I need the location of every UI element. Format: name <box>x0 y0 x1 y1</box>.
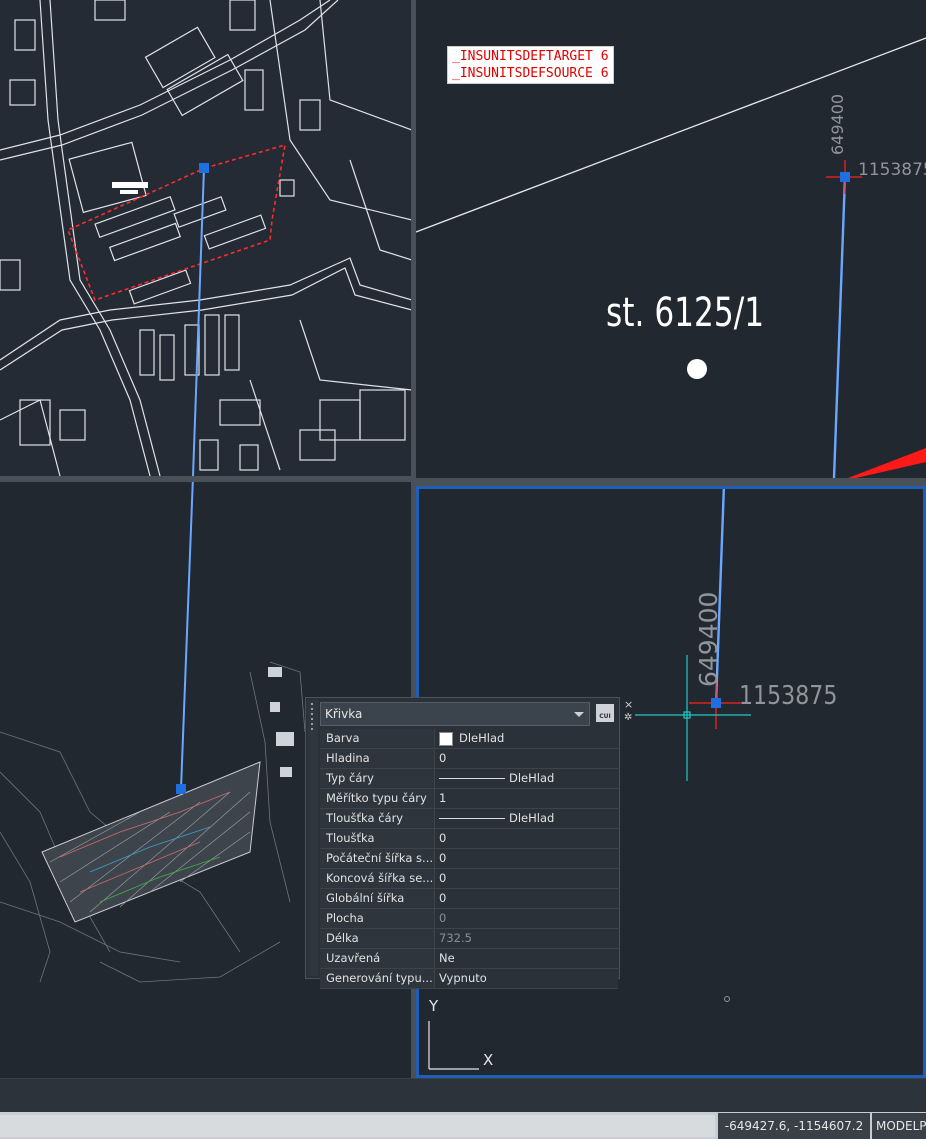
property-value-text: 0 <box>439 751 447 765</box>
property-value-text: 0 <box>439 891 447 905</box>
properties-table: Barva DleHlad Hladina 0 Typ čáry DleHlad Měřít… <box>320 729 618 989</box>
property-value[interactable]: 0 <box>435 849 618 868</box>
dimension-horizontal-bottom: 1153875 <box>739 681 838 711</box>
property-value[interactable]: DleHlad <box>435 809 618 828</box>
property-row[interactable]: Generování typu... Vypnuto <box>320 969 618 989</box>
ucs-y-label: Y <box>429 997 439 1015</box>
command-line[interactable] <box>0 1078 926 1113</box>
property-value-text: Vypnuto <box>439 971 487 985</box>
property-value[interactable]: 0 <box>435 829 618 848</box>
property-row[interactable]: Barva DleHlad <box>320 729 618 749</box>
property-value-text: DleHlad <box>509 811 555 825</box>
property-row[interactable]: Délka 732.5 <box>320 929 618 949</box>
linetype-preview <box>439 818 505 819</box>
property-value-text: 0 <box>439 911 447 925</box>
object-type-value: Křivka <box>325 707 363 721</box>
coordinate-readout: -649427.6, -1154607.2 <box>718 1113 870 1139</box>
property-name: Generování typu... <box>320 969 435 988</box>
property-row[interactable]: Plocha 0 <box>320 909 618 929</box>
property-value[interactable]: 0 <box>435 889 618 908</box>
model-space-toggle[interactable]: MODELP <box>872 1113 926 1139</box>
property-row[interactable]: Globální šířka 0 <box>320 889 618 909</box>
property-name: Hladina <box>320 749 435 768</box>
property-value-text: DleHlad <box>509 771 555 785</box>
property-value-text: 1 <box>439 791 447 805</box>
color-swatch <box>439 731 453 746</box>
property-name: Měřítko typu čáry <box>320 789 435 808</box>
property-name: Plocha <box>320 909 435 928</box>
property-name: Tloušťka čáry <box>320 809 435 828</box>
status-bar-left <box>0 1115 715 1137</box>
property-name: Globální šířka <box>320 889 435 908</box>
property-value-text: 732.5 <box>439 931 472 945</box>
property-row[interactable]: Počáteční šířka s... 0 <box>320 849 618 869</box>
property-name: Uzavřená <box>320 949 435 968</box>
chevron-down-icon <box>574 712 584 717</box>
ucs-x-label: X <box>483 1051 494 1069</box>
cui-button[interactable]: CUI <box>596 704 614 722</box>
property-row[interactable]: Měřítko typu čáry 1 <box>320 789 618 809</box>
property-name: Typ čáry <box>320 769 435 788</box>
property-value: 732.5 <box>435 929 618 948</box>
property-value[interactable]: DleHlad <box>435 729 618 748</box>
parcel-label: st. 6125/1 <box>606 290 765 336</box>
property-row[interactable]: Tloušťka 0 <box>320 829 618 849</box>
property-value-text: 0 <box>439 831 447 845</box>
property-row[interactable]: Tloušťka čáry DleHlad <box>320 809 618 829</box>
property-name: Počáteční šířka s... <box>320 849 435 868</box>
property-value-text: 0 <box>439 871 447 885</box>
property-value-text: Ne <box>439 951 455 965</box>
property-value[interactable]: 1 <box>435 789 618 808</box>
property-value-text: 0 <box>439 851 447 865</box>
property-row[interactable]: Typ čáry DleHlad <box>320 769 618 789</box>
property-name: Délka <box>320 929 435 948</box>
property-row[interactable]: Uzavřená Ne <box>320 949 618 969</box>
property-value[interactable]: 0 <box>435 869 618 888</box>
linetype-preview <box>439 778 505 779</box>
property-name: Barva <box>320 729 435 748</box>
viewport-divider-left[interactable] <box>0 476 412 482</box>
viewport-divider-right[interactable] <box>416 478 926 486</box>
property-row[interactable]: Koncová šířka se... 0 <box>320 869 618 889</box>
property-name: Tloušťka <box>320 829 435 848</box>
property-value[interactable]: DleHlad <box>435 769 618 788</box>
gear-icon[interactable]: ✲ <box>624 712 632 723</box>
property-name: Koncová šířka se... <box>320 869 435 888</box>
property-value[interactable]: Vypnuto <box>435 969 618 988</box>
command-output-note: _INSUNITSDEFTARGET 6 _INSUNITSDEFSOURCE … <box>447 46 614 84</box>
close-icon[interactable]: × <box>624 698 633 711</box>
properties-palette[interactable]: Křivka CUI × ✲ Barva DleHlad Hladina 0 Typ č… <box>305 697 633 989</box>
palette-grip[interactable] <box>308 700 318 976</box>
dimension-vertical-top: 649400 <box>828 93 847 155</box>
object-type-select[interactable]: Křivka <box>320 702 590 726</box>
property-value[interactable]: Ne <box>435 949 618 968</box>
property-value-text: DleHlad <box>459 731 505 745</box>
selection-line-upper <box>192 163 209 476</box>
property-value: 0 <box>435 909 618 928</box>
command-output-line: _INSUNITSDEFSOURCE 6 <box>452 66 609 81</box>
property-value[interactable]: 0 <box>435 749 618 768</box>
command-output-line: _INSUNITSDEFTARGET 6 <box>452 49 609 64</box>
dimension-vertical-bottom: 649400 <box>694 591 723 687</box>
dimension-horizontal-top: 1153875 <box>858 160 926 180</box>
property-row[interactable]: Hladina 0 <box>320 749 618 769</box>
